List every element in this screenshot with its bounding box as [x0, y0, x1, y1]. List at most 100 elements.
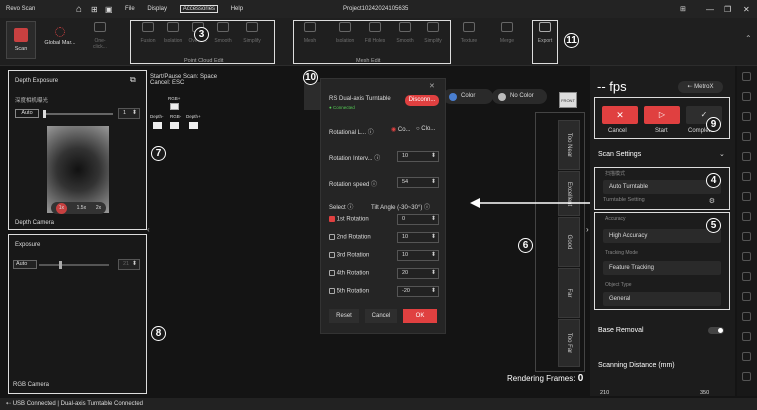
home-icon[interactable]: ⌂ — [76, 4, 91, 15]
depth-exposure-slider[interactable] — [43, 110, 113, 118]
close-icon[interactable]: ✕ — [743, 5, 750, 14]
no-color-toggle[interactable]: No Color — [492, 89, 547, 104]
rotation-tilt-input[interactable]: 10 — [397, 250, 439, 261]
depth-auto-button[interactable]: Auto — [15, 109, 39, 118]
sidebar-tool-icon[interactable] — [742, 252, 751, 261]
mesh-tool[interactable]: Mesh — [298, 22, 322, 44]
mesh-isolation-icon — [339, 22, 351, 32]
base-removal-toggle[interactable] — [708, 327, 724, 334]
rgb-exposure-slider[interactable] — [39, 261, 109, 269]
rotation-checkbox[interactable] — [329, 234, 335, 240]
rotation-checkbox[interactable] — [329, 270, 335, 276]
sidebar-tool-icon[interactable] — [742, 312, 751, 321]
rotation-tilt-input[interactable]: 20 — [397, 268, 439, 279]
sidebar-tool-icon[interactable] — [742, 192, 751, 201]
sidebar-tool-icon[interactable] — [742, 332, 751, 341]
menu-accessories[interactable]: Accessories — [179, 5, 219, 13]
rgb-plus-key[interactable] — [170, 103, 179, 110]
sidebar-tool-icon[interactable] — [742, 72, 751, 81]
add-icon[interactable]: ⊞ — [91, 5, 105, 14]
simplify-tool[interactable]: Simplify — [240, 22, 264, 44]
sidebar-tool-icon[interactable] — [742, 232, 751, 241]
disconnect-button[interactable]: Disconn... — [405, 95, 439, 106]
clockwise-radio[interactable]: ◉ Co... — [391, 126, 411, 133]
collapse-left-icon[interactable]: ‹ — [147, 225, 150, 234]
good-label: Good — [566, 234, 572, 250]
depth-plus-key[interactable] — [189, 122, 198, 129]
title-bar: Revo Scan ⌂ ⊞ ▣ File Display Accessories… — [0, 0, 757, 18]
depth-exposure-value[interactable]: 1 — [118, 108, 140, 119]
menu-display[interactable]: Display — [147, 6, 167, 12]
cancel-button[interactable]: Cancel — [365, 309, 397, 323]
depth-minus-key[interactable] — [153, 122, 162, 129]
mesh-smooth-tool[interactable]: Smooth — [393, 22, 417, 44]
depth-slider-thumb[interactable] — [43, 110, 46, 118]
menu-file[interactable]: File — [125, 6, 135, 12]
reset-button[interactable]: Reset — [329, 309, 359, 323]
sidebar-tool-icon[interactable] — [742, 92, 751, 101]
sidebar-tool-icon[interactable] — [742, 152, 751, 161]
scan-settings-chevron-icon[interactable]: ⌄ — [719, 150, 725, 158]
tab-too-far: Too Far — [558, 319, 580, 367]
rotation-tilt-input[interactable]: 10 — [397, 232, 439, 243]
rotation-checkbox[interactable] — [329, 216, 335, 222]
rgb-exposure-value[interactable]: 21 — [118, 259, 140, 270]
popout-icon[interactable]: ⧉ — [130, 75, 136, 85]
menu-help[interactable]: Help — [231, 6, 243, 12]
start-scan-button[interactable]: ▷ — [644, 106, 680, 124]
sidebar-tool-icon[interactable] — [742, 132, 751, 141]
object-type-select[interactable]: General — [603, 292, 721, 306]
collapse-toolbar-icon[interactable]: ⌃ — [745, 34, 752, 43]
sidebar-tool-icon[interactable] — [742, 292, 751, 301]
tracking-mode-select[interactable]: Feature Tracking — [603, 261, 721, 275]
sidebar-tool-icon[interactable] — [742, 352, 751, 361]
minimize-icon[interactable]: — — [706, 5, 714, 14]
rotation-checkbox[interactable] — [329, 252, 335, 258]
ok-button[interactable]: OK — [403, 309, 437, 323]
layout-icon[interactable]: ⊞ — [680, 5, 686, 13]
mesh-isolation-tool[interactable]: Isolation — [333, 22, 357, 44]
turntable-setting-row[interactable]: Turntable Setting ⚙ — [603, 197, 721, 205]
sidebar-tool-icon[interactable] — [742, 372, 751, 381]
global-marker-button[interactable]: Global Mar... — [40, 21, 80, 53]
sidebar-tool-icon[interactable] — [742, 112, 751, 121]
restore-icon[interactable]: ❐ — [724, 5, 731, 14]
color-toggle[interactable]: Color — [443, 89, 493, 104]
rotation-interval-input[interactable]: 10 — [397, 151, 439, 162]
rotation-tilt-input[interactable]: 0 — [397, 214, 439, 225]
rotation-label: 3rd Rotation — [336, 252, 370, 259]
rotation-tilt-input[interactable]: -20 — [397, 286, 439, 297]
sidebar-tool-icon[interactable] — [742, 272, 751, 281]
fusion-tool[interactable]: Fusion — [136, 22, 160, 44]
folder-icon[interactable]: ▣ — [105, 5, 121, 14]
counterclockwise-radio[interactable]: ○ Clo... — [416, 126, 435, 132]
sidebar-tool-icon[interactable] — [742, 212, 751, 221]
fill-holes-tool[interactable]: Fill Holes — [363, 22, 387, 44]
rgb-minus-key[interactable] — [170, 122, 179, 129]
zoom-2x[interactable]: 2x — [96, 205, 101, 211]
isolation-tool[interactable]: Isolation — [161, 22, 185, 44]
expand-right-icon[interactable]: › — [586, 225, 589, 234]
rotation-checkbox[interactable] — [329, 288, 335, 294]
scan-mode-select[interactable]: Auto Turntable — [603, 180, 721, 194]
rotation-speed-input[interactable]: 54 — [397, 177, 439, 188]
zoom-1-5x[interactable]: 1.5x — [77, 205, 86, 211]
cancel-scan-button[interactable]: ✕ — [602, 106, 638, 124]
rgb-auto-select[interactable]: Auto — [13, 260, 37, 269]
metrox-button[interactable]: ⇠ MetroX — [678, 81, 723, 93]
zoom-1x[interactable]: 1x — [55, 202, 67, 214]
rgb-slider-thumb[interactable] — [59, 261, 62, 269]
mesh-simplify-tool[interactable]: Simplify — [421, 22, 445, 44]
sidebar-tool-icon[interactable] — [742, 172, 751, 181]
smooth-tool[interactable]: Smooth — [211, 22, 235, 44]
point-cloud-edit-label: Point Cloud Edit — [184, 58, 224, 64]
export-tool[interactable]: Export — [533, 22, 557, 44]
scan-mode-button[interactable]: Scan — [6, 21, 36, 59]
one-click-tool[interactable]: One-click... — [88, 22, 112, 50]
accuracy-select[interactable]: High Accuracy — [603, 229, 721, 243]
tracking-mode-label: Tracking Mode — [605, 250, 638, 256]
texture-tool[interactable]: Texture — [457, 22, 481, 44]
dialog-close-icon[interactable]: ✕ — [429, 82, 435, 90]
settings-gear-icon[interactable]: ⚙ — [709, 197, 715, 205]
merge-tool[interactable]: Merge — [495, 22, 519, 44]
